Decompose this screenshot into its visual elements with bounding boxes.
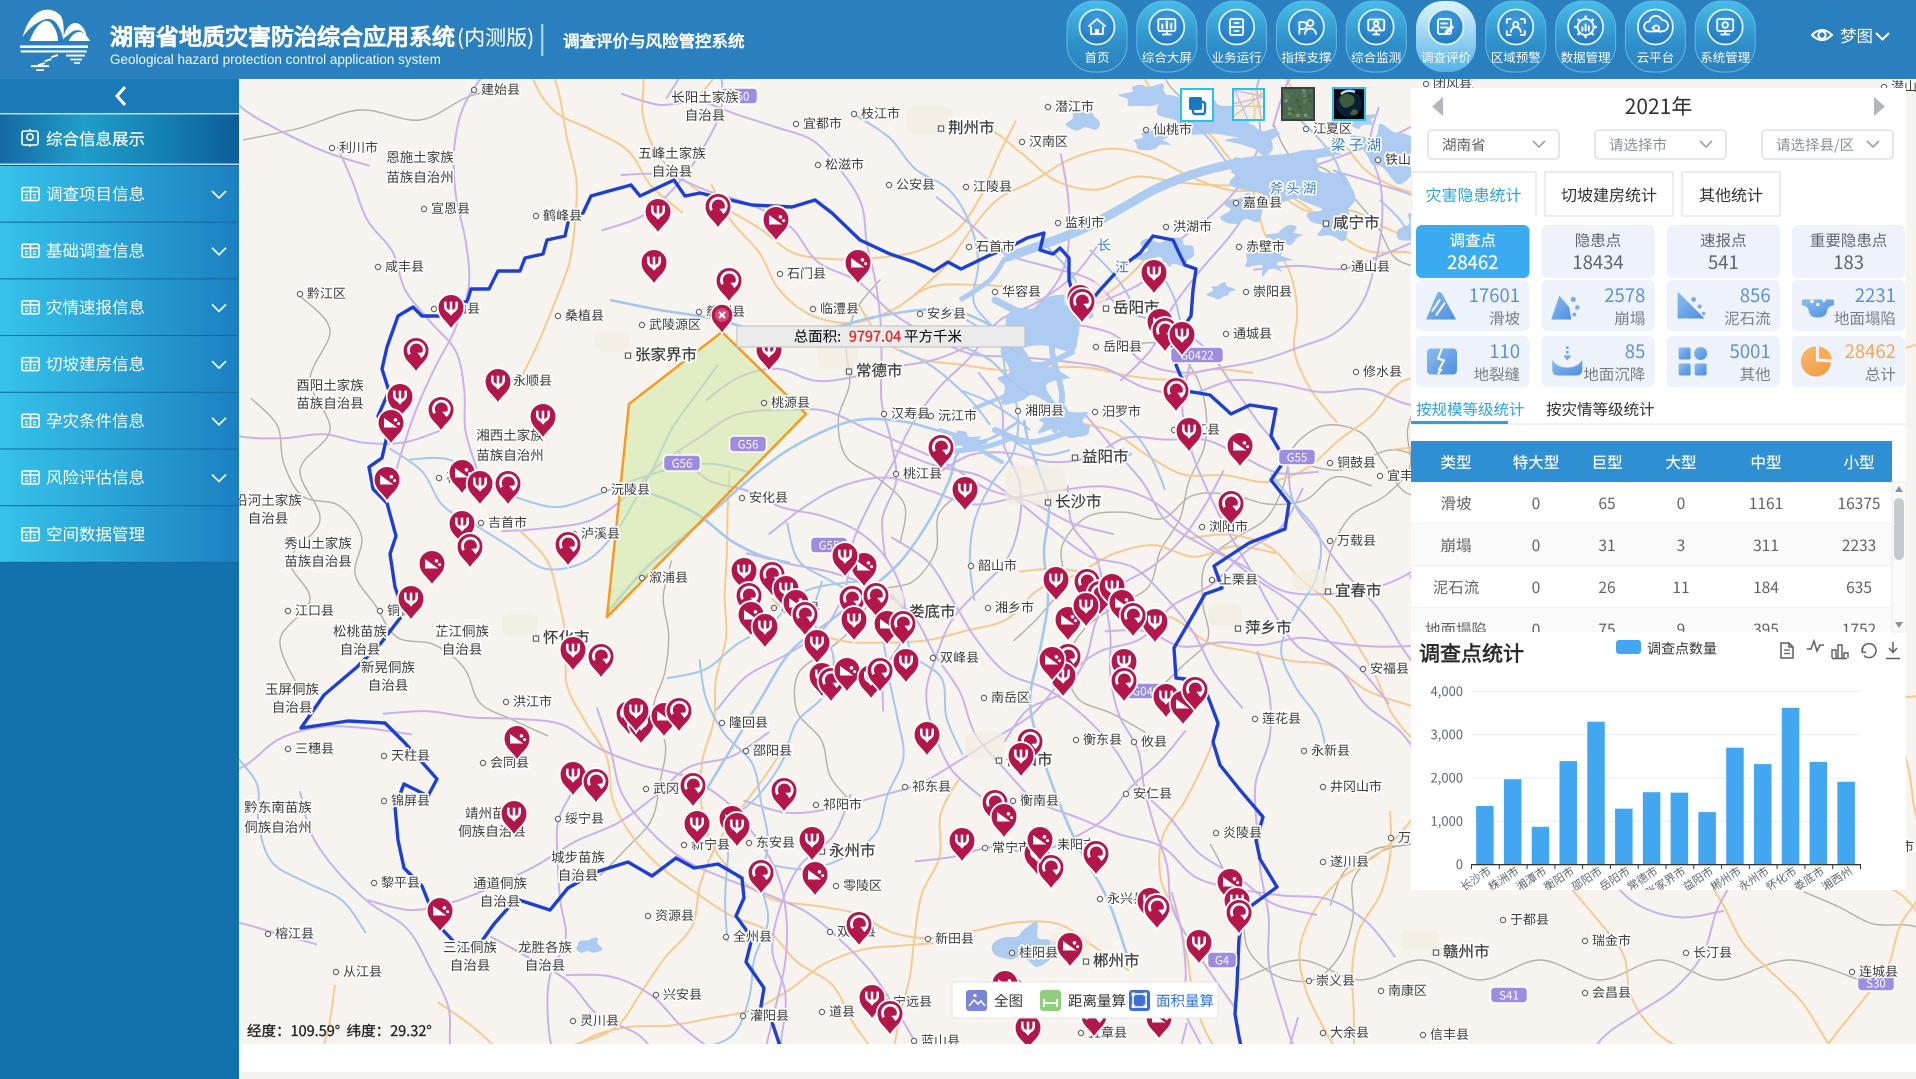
svg-text:Geological hazard protection c: Geological hazard protection control app…: [110, 52, 441, 67]
